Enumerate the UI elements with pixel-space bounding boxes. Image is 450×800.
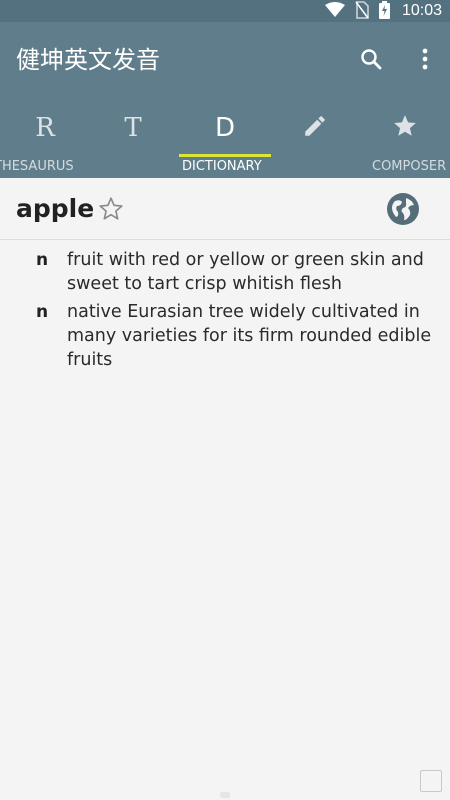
app-bar: 健坤英文发音 bbox=[0, 22, 450, 100]
status-bar: 10:03 bbox=[0, 0, 450, 22]
tab-favorites[interactable] bbox=[360, 100, 450, 156]
word-header: apple bbox=[0, 178, 450, 240]
overflow-menu-button[interactable] bbox=[408, 44, 442, 78]
status-time: 10:03 bbox=[401, 2, 442, 19]
dictionary-content: apple n fruit with red or yellow or gree… bbox=[0, 178, 450, 800]
header-divider bbox=[0, 239, 450, 240]
more-vert-icon bbox=[421, 47, 429, 75]
overlay-handle-icon[interactable] bbox=[420, 770, 442, 792]
tab-letter-r: R bbox=[35, 113, 55, 143]
headword: apple bbox=[16, 194, 95, 223]
app-title: 健坤英文发音 bbox=[16, 46, 160, 74]
part-of-speech: n bbox=[36, 250, 49, 270]
search-button[interactable] bbox=[354, 44, 388, 78]
search-icon bbox=[359, 47, 383, 75]
tab-bar: R T D THESAURUS DICTIONARY COMPOSER bbox=[0, 100, 450, 178]
active-tab-indicator bbox=[179, 154, 271, 157]
definition-text: fruit with red or yellow or green skin a… bbox=[67, 250, 424, 294]
tab-dictionary[interactable]: D bbox=[180, 100, 270, 156]
tab-composer[interactable] bbox=[270, 100, 360, 156]
no-sim-icon bbox=[355, 1, 369, 19]
definition-text: native Eurasian tree widely cultivated i… bbox=[67, 302, 432, 370]
tab-thesaurus[interactable]: T bbox=[88, 100, 178, 156]
star-icon bbox=[392, 113, 418, 143]
status-icons bbox=[325, 1, 390, 19]
tab-label-thesaurus[interactable]: THESAURUS bbox=[0, 159, 74, 174]
tab-labels: THESAURUS DICTIONARY COMPOSER bbox=[0, 156, 450, 178]
battery-charging-icon bbox=[379, 1, 390, 19]
wifi-icon bbox=[325, 2, 345, 18]
tab-letter-t: T bbox=[124, 113, 142, 143]
definition-list: n fruit with red or yellow or green skin… bbox=[0, 248, 450, 376]
pencil-icon bbox=[302, 113, 328, 143]
definition-item: n native Eurasian tree widely cultivated… bbox=[0, 300, 450, 372]
tab-label-dictionary[interactable]: DICTIONARY bbox=[182, 159, 262, 174]
nav-hint bbox=[220, 792, 230, 798]
star-outline-icon[interactable] bbox=[98, 196, 124, 226]
tab-recent[interactable]: R bbox=[0, 100, 90, 156]
tab-label-composer[interactable]: COMPOSER bbox=[372, 159, 446, 174]
definition-item: n fruit with red or yellow or green skin… bbox=[0, 248, 450, 296]
globe-icon[interactable] bbox=[386, 192, 420, 230]
part-of-speech: n bbox=[36, 302, 49, 322]
tab-letter-d: D bbox=[214, 113, 236, 143]
